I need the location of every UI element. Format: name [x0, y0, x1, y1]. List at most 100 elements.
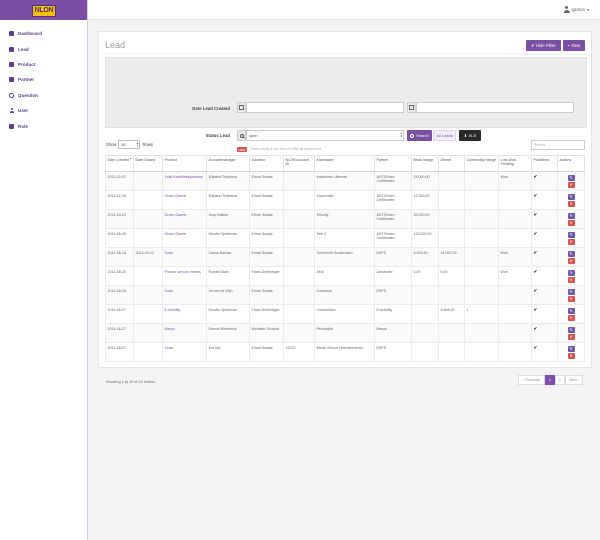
download-icon: ⬇	[463, 133, 468, 138]
cell-text: Elmar Swaak	[251, 174, 273, 179]
table-cell	[464, 285, 499, 305]
table-cell: ✔	[531, 285, 558, 305]
user-menu[interactable]: gaston ▼	[563, 6, 590, 13]
cell-text: Elmar Swaak	[251, 231, 273, 236]
delete-icon[interactable]: ✕	[567, 257, 575, 264]
table-cell	[438, 171, 465, 191]
table-cell: 2014-09-22	[133, 247, 163, 267]
product-link[interactable]: Mavyo	[165, 327, 176, 331]
edit-icon[interactable]: ✎	[567, 307, 575, 314]
sidebar-item-lead[interactable]: Lead	[0, 41, 87, 56]
cell-text: Ronald Stahl	[208, 269, 230, 274]
export-xls-button[interactable]: ⬇ XLS	[459, 130, 481, 141]
date-to-input[interactable]	[416, 102, 574, 113]
column-header[interactable]: Adviseur ⇕	[249, 155, 284, 172]
cell-text: 44.052,00	[440, 250, 457, 255]
nlon-logo[interactable]: NLON	[32, 5, 56, 17]
product-link[interactable]: Vuist Kwalitieitssysteme	[165, 175, 203, 179]
table-cell: Domaeze	[314, 285, 375, 305]
edit-icon[interactable]: ✎	[567, 326, 575, 333]
all-leads-button[interactable]: All Leads	[433, 130, 456, 141]
page-2-button[interactable]: 2	[555, 375, 565, 385]
column-header[interactable]: Actions ⇕	[557, 155, 585, 172]
lead-panel: Lead ▾ Hide Filter ▪ New Date Lead Creat…	[98, 31, 592, 385]
table-cell: Jeroen de Wijn	[206, 285, 250, 305]
date-to-addon[interactable]	[407, 102, 416, 113]
column-header[interactable]: Published ⇕	[531, 155, 558, 172]
product-link[interactable]: E-mobility	[165, 308, 181, 312]
table-cell	[411, 304, 439, 324]
edit-icon[interactable]: ✎	[567, 250, 575, 257]
previous-page-button[interactable]: ‹ Previous	[518, 375, 545, 385]
table-cell: Wijnand Teijbrena	[206, 190, 250, 210]
hide-filter-label: Hide Filter	[535, 43, 556, 48]
delete-icon[interactable]: ✕	[567, 238, 575, 245]
product-link[interactable]: Solar	[165, 289, 173, 293]
column-header[interactable]: Klantnaam ⇕	[314, 155, 375, 172]
search-button-label: Search	[416, 133, 429, 138]
cell-text: 5.464,00	[440, 307, 455, 312]
page-1-button[interactable]: 1	[545, 375, 555, 385]
edit-icon[interactable]: ✎	[567, 345, 575, 352]
next-page-button[interactable]: Next ›	[565, 375, 583, 385]
table-cell: 12.300,00	[411, 190, 439, 210]
sidebar-item-user[interactable]: User	[0, 103, 87, 118]
sidebar-item-product[interactable]: Product	[0, 57, 87, 72]
search-button[interactable]: Search	[407, 130, 432, 141]
product-link[interactable]: Groen Gareel	[165, 213, 187, 217]
actions-cell: ✎ ✕	[557, 304, 585, 324]
edit-icon[interactable]: ✎	[567, 193, 575, 200]
cell-text: Frans Dellensiger	[251, 269, 280, 274]
column-header[interactable]: Commodity Marge ⇕	[464, 155, 499, 172]
product-link[interactable]: Pluxion service meters	[165, 270, 201, 274]
page-size-value: 50	[121, 142, 126, 147]
delete-icon[interactable]: ✕	[567, 352, 575, 359]
status-help-text: Keep empty if you want to filter all sta…	[251, 146, 322, 151]
column-header[interactable]: Date Closed ⇕	[133, 155, 163, 172]
delete-icon[interactable]: ✕	[567, 276, 575, 283]
table-cell: Installeren Uitenvel	[314, 171, 375, 191]
table-cell: ADT/Green Certificates	[374, 171, 412, 191]
column-header[interactable]: Accountmanager ⇕	[206, 155, 250, 172]
table-search-input[interactable]: Search	[531, 140, 585, 150]
product-link[interactable]: Groen Gareel	[165, 194, 187, 198]
sidebar-item-role[interactable]: Role	[0, 118, 87, 133]
page-size-select[interactable]: 50 ▴ ▾	[118, 140, 141, 149]
delete-icon[interactable]: ✕	[567, 295, 575, 302]
delete-icon[interactable]: ✕	[567, 219, 575, 226]
table-cell: Solar	[162, 285, 207, 305]
date-from-addon[interactable]	[237, 102, 246, 113]
cell-text: 22222	[285, 345, 296, 350]
hide-filter-button[interactable]: ▾ Hide Filter	[526, 40, 561, 51]
sidebar-item-partner[interactable]: Partner	[0, 72, 87, 87]
column-header[interactable]: Partner ⇕	[374, 155, 412, 172]
edit-icon[interactable]: ✎	[567, 212, 575, 219]
dashboard-icon	[9, 31, 14, 37]
delete-icon[interactable]: ✕	[567, 314, 575, 321]
cell-text: Mavyo	[376, 326, 388, 331]
product-link[interactable]: Solar	[165, 346, 173, 350]
product-link[interactable]: Groen Gareel	[165, 232, 187, 236]
delete-icon[interactable]: ✕	[567, 181, 575, 188]
table-cell	[498, 228, 532, 248]
cell-text: Wijnand Teijbrena	[208, 193, 238, 198]
table-cell: Groen Gareel	[162, 209, 207, 229]
date-from-input[interactable]	[246, 102, 404, 113]
sidebar-item-question[interactable]: Question	[0, 88, 87, 103]
sidebar-item-dashboard[interactable]: Dashboard	[0, 26, 87, 41]
column-header[interactable]: NLON Account ID ⇕	[283, 155, 315, 172]
edit-icon[interactable]: ✎	[567, 269, 575, 276]
column-header[interactable]: Product ⇕	[162, 155, 207, 172]
column-header[interactable]: Lost-Won-Pending ⇕	[498, 155, 532, 172]
edit-icon[interactable]: ✎	[567, 174, 575, 181]
column-header[interactable]: Omzet ⇕	[438, 155, 465, 172]
product-link[interactable]: Solar	[165, 251, 173, 255]
delete-icon[interactable]: ✕	[567, 333, 575, 340]
edit-icon[interactable]: ✎	[567, 231, 575, 238]
new-lead-button[interactable]: ▪ New	[563, 40, 585, 51]
column-header[interactable]: Date Created ▲	[105, 155, 134, 172]
edit-icon[interactable]: ✎	[567, 288, 575, 295]
column-header[interactable]: Bruto Marge ⇕	[411, 155, 439, 172]
status-lead-select[interactable]: open ▴ ▾	[246, 130, 404, 141]
delete-icon[interactable]: ✕	[567, 200, 575, 207]
